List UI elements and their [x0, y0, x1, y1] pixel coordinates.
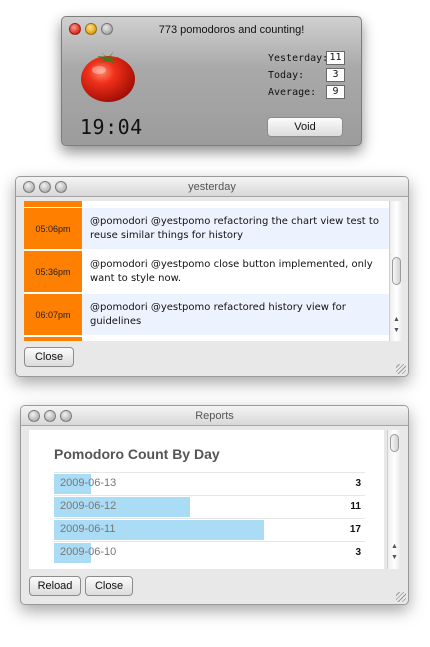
scroll-down-arrow-icon[interactable]: ▼ [391, 554, 398, 561]
close-button[interactable]: Close [24, 347, 74, 367]
reload-button[interactable]: Reload [29, 576, 81, 596]
history-scrollbar[interactable]: ▲ ▼ [389, 201, 403, 341]
yesterday-titlebar: yesterday [16, 177, 408, 197]
report-heading: Pomodoro Count By Day [54, 446, 220, 462]
chart-row: 2009-06-10 3 [54, 541, 365, 563]
chart-value-label: 17 [349, 524, 361, 535]
reports-window: Reports Pomodoro Count By Day 2009-06-13… [20, 405, 409, 605]
entry-text: @pomodori @yestpomo refactoring the char… [82, 208, 389, 249]
list-item: 05:36pm @pomodori @yestpomo close button… [24, 251, 389, 292]
chart-value-label: 11 [350, 501, 361, 512]
list-item [24, 201, 389, 207]
yesterday-count: 11 [326, 51, 345, 65]
reports-window-title: Reports [195, 410, 234, 422]
chart-category-label: 2009-06-11 [60, 523, 116, 535]
chart-value-label: 3 [355, 478, 361, 489]
yesterday-window-title: yesterday [188, 181, 236, 193]
entry-time: 05:36pm [24, 251, 82, 292]
yesterday-label: Yesterday: [268, 53, 329, 64]
resize-grip-icon[interactable] [396, 364, 406, 374]
chart-row: 2009-06-11 17 [54, 518, 365, 540]
timer-window-title: 773 pomodoros and counting! [158, 24, 305, 36]
history-list[interactable]: 05:06pm @pomodori @yestpomo refactoring … [24, 201, 389, 341]
reports-titlebar: Reports [21, 406, 408, 426]
close-button[interactable]: Close [85, 576, 133, 596]
chart-category-label: 2009-06-10 [60, 546, 117, 558]
average-count: 9 [326, 85, 345, 99]
report-scrollbar[interactable]: ▲ ▼ [387, 430, 401, 569]
list-item: 06:07pm @pomodori @yestpomo refactored h… [24, 294, 389, 335]
scrollbar-thumb[interactable] [392, 257, 401, 285]
entry-time [24, 201, 82, 207]
yesterday-window: yesterday 05:06pm @pomodori @yestpomo re… [15, 176, 409, 377]
entry-time: 06:07pm [24, 294, 82, 335]
timer-window: 773 pomodoros and counting! 19:04 Yester… [61, 16, 362, 146]
average-label: Average: [268, 87, 317, 98]
scroll-down-arrow-icon[interactable]: ▼ [393, 327, 400, 334]
void-button[interactable]: Void [267, 117, 343, 137]
chart-category-label: 2009-06-12 [60, 500, 117, 512]
entry-text [82, 201, 389, 207]
entry-time: 05:06pm [24, 208, 82, 249]
report-view[interactable]: Pomodoro Count By Day 2009-06-13 3 2009-… [29, 430, 384, 569]
entry-text: @pomodori @yestpomo close button impleme… [82, 251, 389, 292]
entry-time [24, 337, 82, 341]
timer-clock: 19:04 [80, 115, 143, 139]
scroll-up-arrow-icon[interactable]: ▲ [391, 543, 398, 550]
chart-row: 2009-06-13 3 [54, 472, 365, 494]
resize-grip-icon[interactable] [396, 592, 406, 602]
scroll-up-arrow-icon[interactable]: ▲ [393, 316, 400, 323]
scrollbar-thumb[interactable] [390, 434, 399, 452]
list-item: 05:06pm @pomodori @yestpomo refactoring … [24, 208, 389, 249]
entry-text [82, 337, 389, 341]
entry-text: @pomodori @yestpomo refactored history v… [82, 294, 389, 335]
today-count: 3 [326, 68, 345, 82]
today-label: Today: [268, 70, 305, 81]
tomato-icon [81, 51, 135, 102]
chart-category-label: 2009-06-13 [60, 477, 117, 489]
chart-value-label: 3 [355, 547, 361, 558]
list-item [24, 337, 389, 341]
chart-row: 2009-06-12 11 [54, 495, 365, 517]
